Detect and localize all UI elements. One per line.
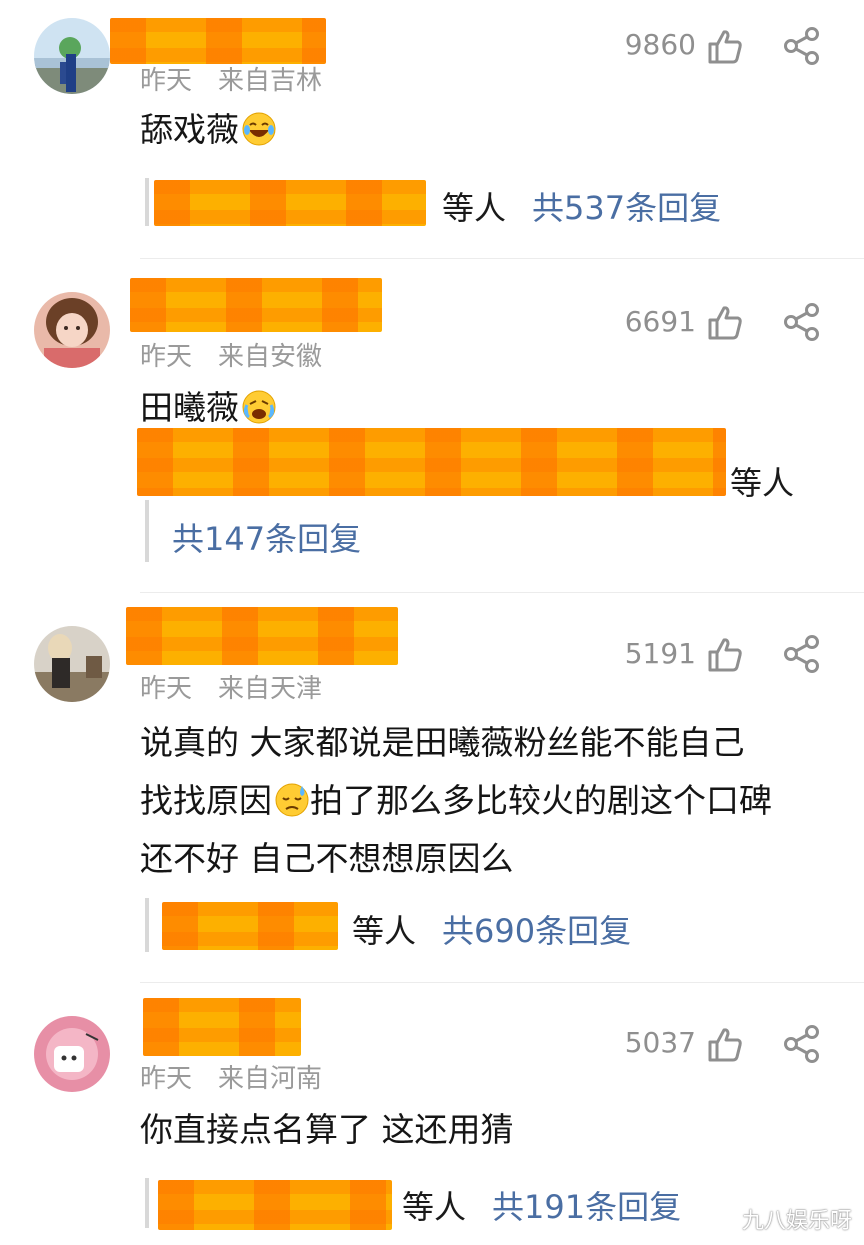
comment-line-part: 拍了那么多比较火的剧这个口碑 [310,781,772,820]
comment-location: 来自吉林 [218,66,323,96]
reply-count-link[interactable]: 共537条回复 [532,183,721,229]
reply-bar [145,1178,149,1228]
comment-time: 昨天 [140,66,193,96]
like-count: 6691 [624,305,696,338]
divider [140,258,864,259]
comment-time: 昨天 [140,674,193,704]
share-icon[interactable] [782,26,822,66]
comment-line-part: 找找原因 [140,781,272,820]
thumbs-up-icon[interactable] [706,28,744,66]
redacted-reply-users [158,1180,392,1230]
crying-laughing-emoji-icon [242,390,276,424]
share-icon[interactable] [782,1024,822,1064]
comment-meta: 昨天 来自安徽 [140,336,322,373]
avatar[interactable] [34,292,110,368]
reply-count-link[interactable]: 共191条回复 [492,1182,681,1228]
comment-time: 昨天 [140,1064,193,1094]
comment-location: 来自安徽 [218,342,323,372]
divider [140,592,864,593]
share-icon[interactable] [782,634,822,674]
comment-text: 田曦薇 [140,382,277,434]
reply-count-link[interactable]: 共690条回复 [442,906,631,952]
reply-suffix: 等人 [730,464,795,502]
thumbs-up-icon[interactable] [706,636,744,674]
like-count: 9860 [624,28,696,61]
comment-line: 说真的 大家都说是田曦薇粉丝能不能自己 [140,723,745,762]
reply-bar [145,500,149,562]
redacted-reply-users [162,902,338,950]
avatar[interactable] [34,626,110,702]
comment-location: 来自河南 [218,1064,323,1094]
comment-body: 田曦薇 [140,388,239,427]
reply-bar [145,178,149,226]
comment-meta: 昨天 来自吉林 [140,60,322,97]
redacted-reply-users [137,428,726,496]
watermark: 九八娱乐呀 [741,1209,852,1234]
comment-text: 舔戏薇 [140,104,277,156]
redacted-username [130,278,382,332]
reply-suffix: 等人 [352,912,417,950]
laughing-tears-emoji-icon [242,112,276,146]
reply-suffix: 等人 [442,189,507,227]
comment-meta: 昨天 来自河南 [140,1058,322,1095]
comment-text: 你直接点名算了 这还用猜 [140,1110,514,1149]
share-icon[interactable] [782,302,822,342]
divider [140,982,864,983]
thumbs-up-icon[interactable] [706,1026,744,1064]
like-count: 5191 [624,637,696,670]
comment-time: 昨天 [140,342,193,372]
comment-text: 说真的 大家都说是田曦薇粉丝能不能自己 找找原因 拍了那么多比较火的剧这个口碑 … [140,714,772,888]
comment-line: 还不好 自己不想想原因么 [140,839,514,878]
avatar[interactable] [34,1016,110,1092]
redacted-reply-users [154,180,426,226]
reply-bar [145,898,149,952]
comment-body: 舔戏薇 [140,110,239,149]
comment-line-2: 找找原因 拍了那么多比较火的剧这个口碑 [140,772,772,830]
reply-suffix: 等人 [402,1188,467,1226]
redacted-username [143,998,301,1056]
like-count: 5037 [624,1026,696,1059]
reply-count-link[interactable]: 共147条回复 [172,514,361,560]
comment-location: 来自天津 [218,674,323,704]
thumbs-up-icon[interactable] [706,304,744,342]
redacted-username [126,607,398,665]
redacted-username [110,18,326,64]
comment-meta: 昨天 来自天津 [140,668,322,705]
sweat-emoji-icon [275,783,309,817]
avatar[interactable] [34,18,110,94]
